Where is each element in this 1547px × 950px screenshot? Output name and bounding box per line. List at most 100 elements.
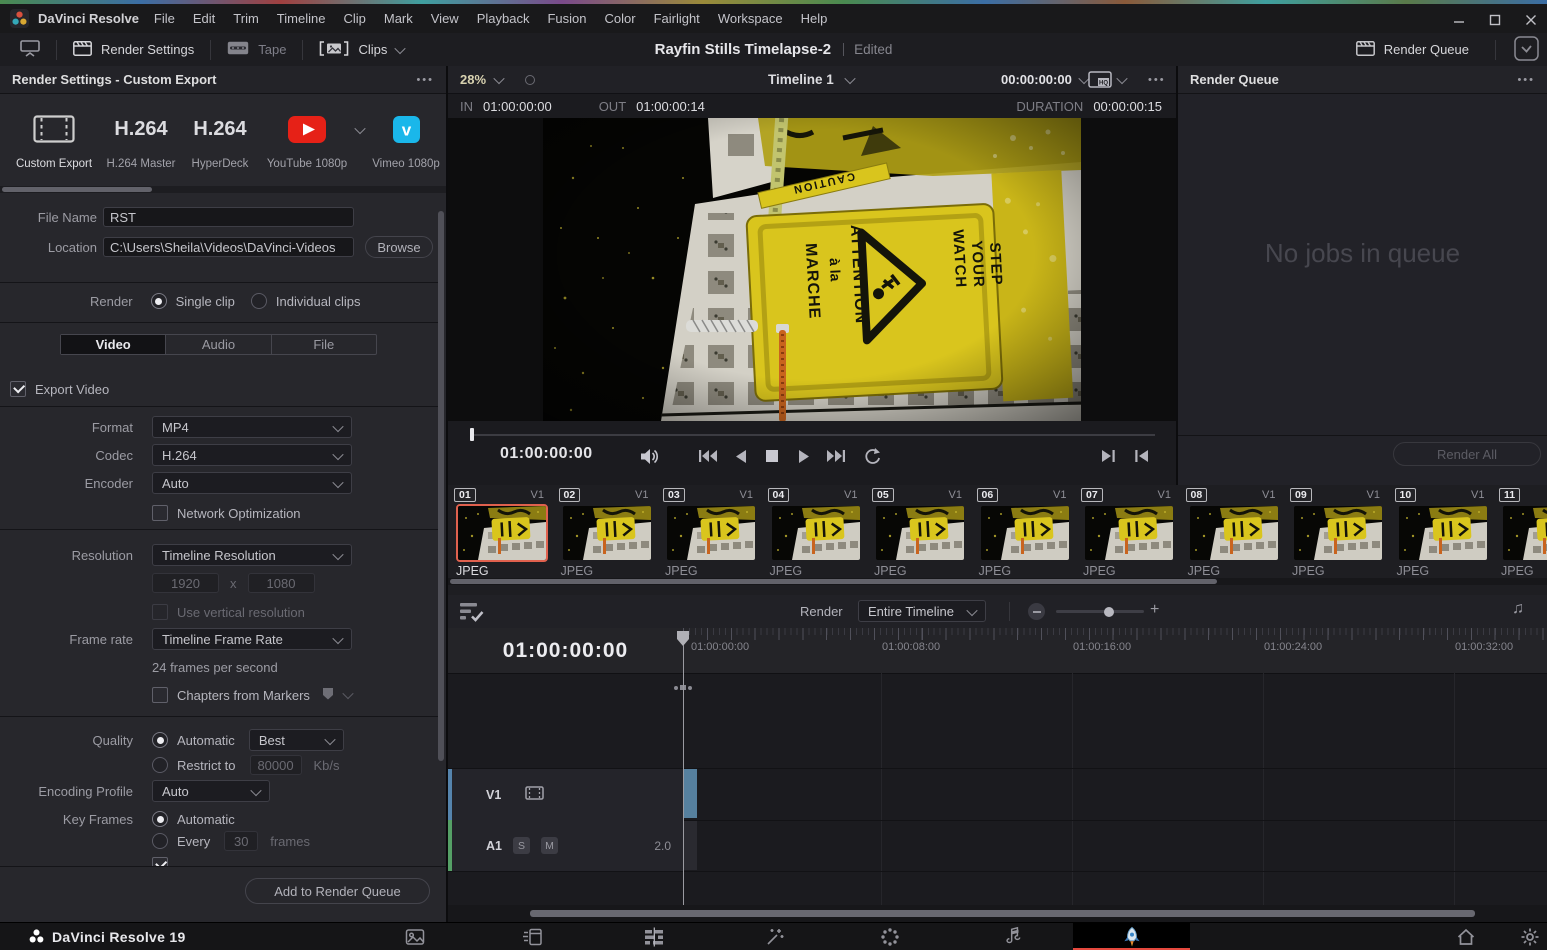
clip-02[interactable]: 02V1JPEG [555, 485, 659, 585]
menu-item-fusion[interactable]: Fusion [538, 11, 595, 26]
page-media[interactable] [403, 926, 427, 948]
timeline-scrollbar[interactable] [448, 905, 1547, 922]
key-frames-automatic-radio[interactable] [152, 811, 168, 827]
clip-thumbnail[interactable] [1292, 504, 1384, 562]
preset-hyperdeck[interactable]: H.264HyperDeck [184, 108, 256, 170]
individual-clips-label[interactable]: Individual clips [276, 294, 361, 309]
stop-button[interactable] [760, 447, 784, 465]
clip-thumbnail[interactable] [665, 504, 757, 562]
frame-rate-dropdown[interactable]: Timeline Frame Rate [152, 628, 352, 650]
network-optimization-checkbox[interactable] [152, 505, 168, 521]
quality-automatic-radio[interactable] [152, 732, 168, 748]
playhead-line[interactable] [683, 645, 684, 905]
chevron-down-icon[interactable] [342, 688, 353, 699]
preset-custom-export[interactable]: Custom Export [10, 108, 98, 170]
clip-thumbnail[interactable] [1083, 504, 1175, 562]
zoom-slider-handle[interactable] [1104, 607, 1114, 617]
clip-07[interactable]: 07V1JPEG [1077, 485, 1181, 585]
panel-options-icon[interactable] [416, 74, 434, 86]
zoom-in-button[interactable]: + [1150, 601, 1159, 619]
clip-06[interactable]: 06V1JPEG [973, 485, 1077, 585]
clip-04[interactable]: 04V1JPEG [764, 485, 868, 585]
clip-thumbnail[interactable] [561, 504, 653, 562]
clip-09[interactable]: 09V1JPEG [1286, 485, 1390, 585]
audio-clip-start[interactable] [683, 821, 697, 870]
menu-item-edit[interactable]: Edit [184, 11, 224, 26]
close-icon[interactable] [1525, 14, 1537, 26]
clips-button[interactable]: Clips [311, 33, 412, 66]
tab-file[interactable]: File [272, 335, 376, 354]
clipped-checkbox[interactable] [152, 857, 168, 866]
video-preview[interactable]: ATTENTION à la MARCHE WATCH YOUR STEP CA… [448, 118, 1176, 421]
resolution-height-input[interactable] [248, 573, 315, 593]
tape-button[interactable]: Tape [219, 33, 294, 66]
settings-scrollbar[interactable] [438, 206, 445, 861]
page-fairlight[interactable] [1001, 926, 1025, 948]
individual-clips-radio[interactable] [251, 293, 267, 309]
clip-thumbnail[interactable] [770, 504, 862, 562]
panel-select-button[interactable] [1514, 36, 1539, 64]
play-button[interactable] [792, 447, 816, 465]
restrict-label[interactable]: Restrict to [177, 758, 236, 773]
viewer-timecode-dropdown[interactable]: 00:00:00:00 [1001, 72, 1088, 87]
settings-gear-icon[interactable] [1518, 926, 1542, 948]
every-value-input[interactable] [224, 831, 258, 851]
every-label[interactable]: Every [177, 834, 210, 849]
quality-monitor-button[interactable]: HQ [1088, 71, 1126, 88]
chapters-checkbox[interactable] [152, 687, 168, 703]
encoding-profile-dropdown[interactable]: Auto [152, 780, 270, 802]
audio-waveform-icon[interactable]: ♫ [1512, 600, 1524, 618]
video-clip-start[interactable] [683, 769, 697, 818]
render-queue-button[interactable]: Render Queue [1348, 33, 1477, 66]
minimize-icon[interactable] [1453, 14, 1465, 26]
scrollbar-thumb[interactable] [450, 579, 1217, 584]
resolution-width-input[interactable] [152, 573, 219, 593]
clip-11[interactable]: 11V1JPEG [1495, 485, 1547, 585]
menu-item-trim[interactable]: Trim [224, 11, 268, 26]
codec-dropdown[interactable]: H.264 [152, 444, 352, 466]
preset-h-264-master[interactable]: H.264H.264 Master [98, 108, 184, 170]
preset-scrollbar[interactable] [0, 186, 446, 193]
clip-thumbnail[interactable] [874, 504, 966, 562]
restrict-value-input[interactable] [250, 755, 302, 775]
zoom-out-button[interactable] [1028, 603, 1045, 620]
menu-item-view[interactable]: View [422, 11, 468, 26]
home-icon[interactable] [1454, 926, 1478, 948]
clip-thumbnail[interactable] [979, 504, 1071, 562]
panel-options-icon[interactable] [1517, 74, 1535, 86]
menu-item-clip[interactable]: Clip [334, 11, 374, 26]
menu-item-workspace[interactable]: Workspace [709, 11, 792, 26]
clip-thumbnail[interactable] [1501, 504, 1547, 562]
page-color[interactable] [878, 926, 902, 948]
export-video-checkbox[interactable] [10, 381, 26, 397]
menu-item-file[interactable]: File [145, 11, 184, 26]
video-track-row[interactable]: V1 [448, 768, 1547, 821]
film-frame-icon[interactable] [525, 786, 544, 803]
clip-01[interactable]: 01V1JPEG [450, 485, 554, 585]
video-track-header[interactable]: V1 [452, 769, 684, 820]
page-fusion[interactable] [763, 926, 787, 948]
play-reverse-button[interactable] [728, 447, 752, 465]
viewer-options-icon[interactable] [1148, 74, 1166, 86]
page-cut[interactable] [521, 926, 545, 948]
scrollbar-thumb[interactable] [438, 211, 444, 761]
panel-toggle-button[interactable] [12, 33, 48, 66]
clip-thumbnail[interactable] [1188, 504, 1280, 562]
resolution-dropdown[interactable]: Timeline Resolution [152, 544, 352, 566]
scrub-bar[interactable] [472, 434, 1155, 436]
goto-out-button[interactable] [1096, 447, 1120, 465]
viewer-zoom-dropdown[interactable]: 28% [460, 72, 503, 87]
clip-thumbnail[interactable] [1397, 504, 1489, 562]
page-deliver[interactable] [1073, 923, 1190, 950]
quality-dropdown[interactable]: Best [249, 729, 344, 751]
clip-strip-scrollbar[interactable] [448, 578, 1547, 585]
loop-button[interactable] [860, 447, 884, 465]
clip-08[interactable]: 08V1JPEG [1182, 485, 1286, 585]
browse-button[interactable]: Browse [365, 236, 433, 258]
restrict-radio[interactable] [152, 757, 168, 773]
add-to-render-queue-button[interactable]: Add to Render Queue [245, 878, 430, 904]
scrollbar-thumb[interactable] [2, 187, 152, 192]
render-overlay-icon[interactable] [460, 601, 486, 625]
mute-audio-button[interactable] [638, 447, 662, 465]
use-vertical-checkbox[interactable] [152, 604, 168, 620]
